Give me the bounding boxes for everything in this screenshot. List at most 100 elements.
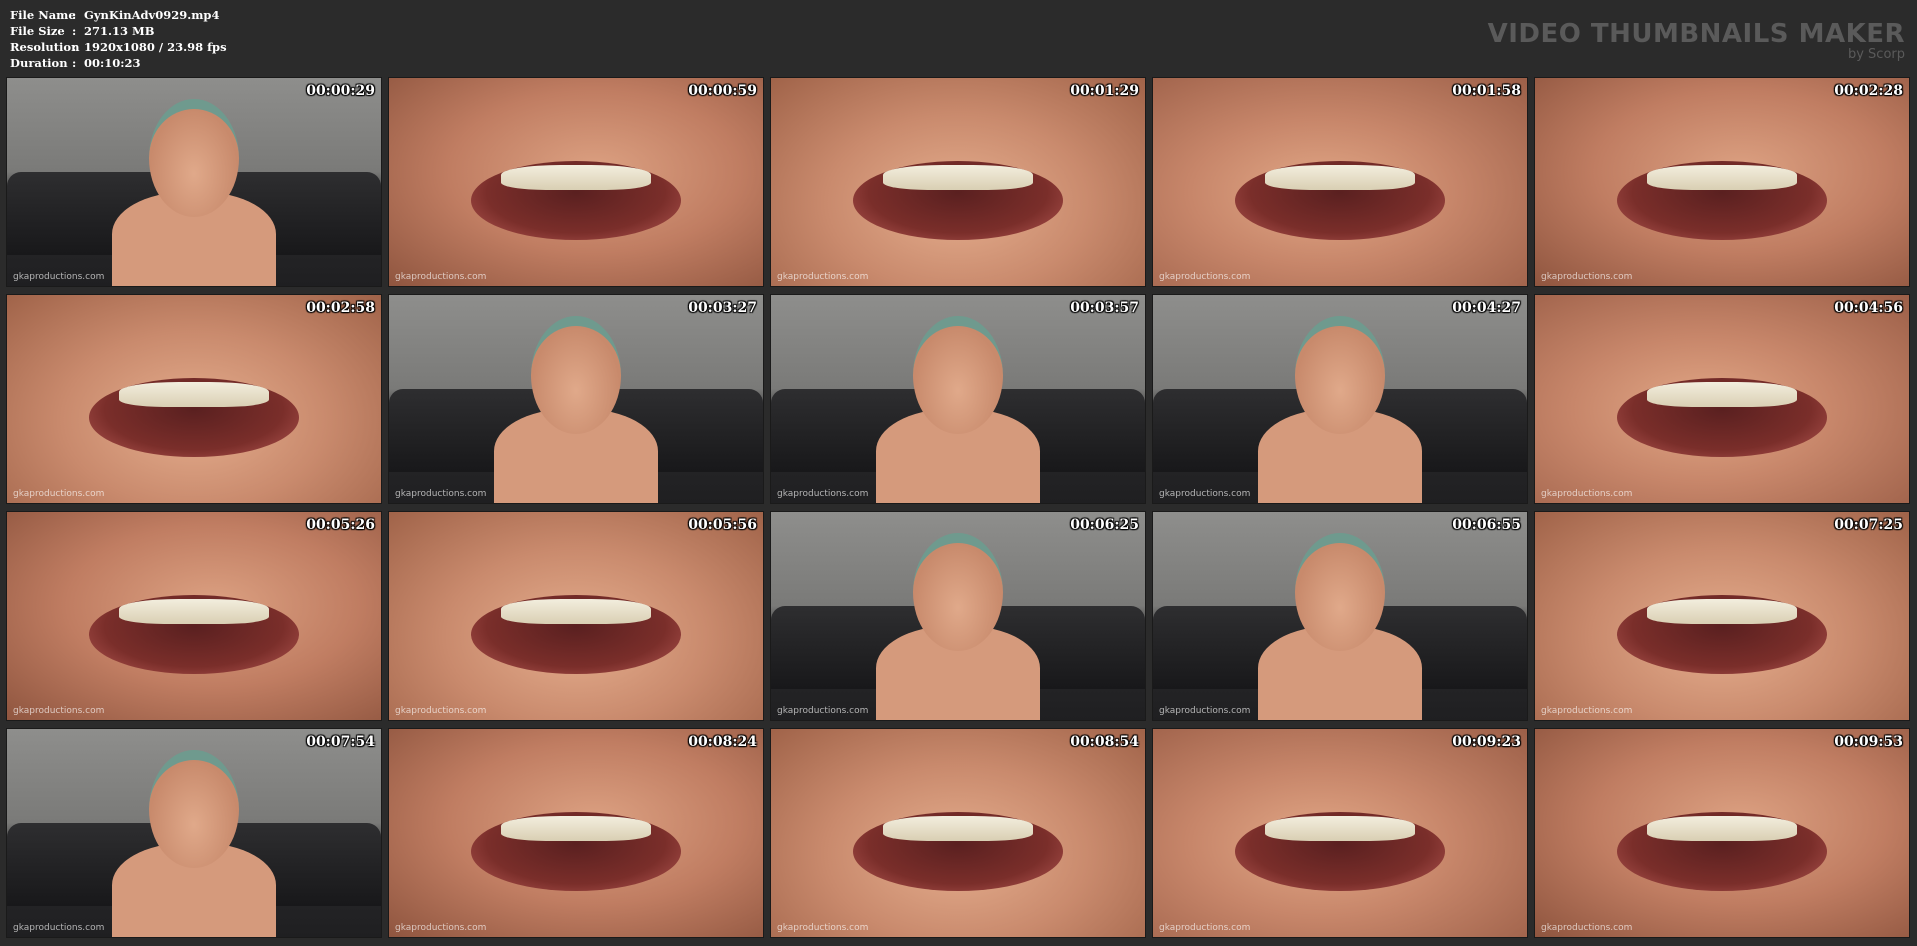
thumbnail-frame — [389, 729, 763, 937]
timestamp-label: 00:05:56 — [688, 517, 757, 533]
teeth-shape — [1265, 165, 1415, 191]
timestamp-label: 00:00:59 — [688, 83, 757, 99]
thumbnail-tile[interactable]: 00:01:58 gkaproductions.com — [1152, 77, 1528, 287]
watermark-label: gkaproductions.com — [395, 706, 487, 716]
watermark-label: gkaproductions.com — [13, 489, 105, 499]
info-header: File Name : GynKinAdv0929.mp4 File Size … — [0, 0, 1917, 76]
thumbnail-tile[interactable]: 00:03:27 gkaproductions.com — [388, 294, 764, 504]
watermark-label: gkaproductions.com — [1541, 272, 1633, 282]
thumbnail-tile[interactable]: 00:07:54 gkaproductions.com — [6, 728, 382, 938]
timestamp-label: 00:02:58 — [306, 300, 375, 316]
watermark-label: gkaproductions.com — [1541, 489, 1633, 499]
thumbnail-tile[interactable]: 00:04:56 gkaproductions.com — [1534, 294, 1910, 504]
thumbnail-frame — [1535, 295, 1909, 503]
thumbnail-tile[interactable]: 00:05:56 gkaproductions.com — [388, 511, 764, 721]
thumbnail-tile[interactable]: 00:05:26 gkaproductions.com — [6, 511, 382, 721]
teeth-shape — [883, 816, 1033, 842]
duration-value: 00:10:23 — [84, 56, 141, 70]
duration-sep: : — [72, 56, 77, 70]
thumbnail-frame — [1153, 512, 1527, 720]
file-name-label: File Name — [10, 8, 76, 22]
thumbnail-tile[interactable]: 00:09:23 gkaproductions.com — [1152, 728, 1528, 938]
thumbnail-grid: 00:00:29 gkaproductions.com 00:00:59 gkapro… — [6, 77, 1912, 941]
teeth-shape — [1265, 816, 1415, 842]
file-name-value: GynKinAdv0929.mp4 — [84, 8, 220, 22]
thumbnail-frame — [7, 295, 381, 503]
head-shape — [149, 98, 239, 217]
head-shape — [913, 532, 1003, 651]
head-shape — [531, 315, 621, 434]
watermark-label: gkaproductions.com — [1159, 923, 1251, 933]
teeth-shape — [1647, 165, 1797, 191]
watermark-label: gkaproductions.com — [1541, 923, 1633, 933]
resolution-row: Resolution : 1920x1080 / 23.98 fps — [10, 39, 227, 55]
resolution-label: Resolution — [10, 40, 80, 54]
timestamp-label: 00:03:57 — [1070, 300, 1139, 316]
watermark-label: gkaproductions.com — [777, 706, 869, 716]
teeth-shape — [883, 165, 1033, 191]
thumbnail-frame — [7, 78, 381, 286]
teeth-shape — [501, 165, 651, 191]
thumbnail-tile[interactable]: 00:06:55 gkaproductions.com — [1152, 511, 1528, 721]
timestamp-label: 00:03:27 — [688, 300, 757, 316]
watermark-label: gkaproductions.com — [395, 272, 487, 282]
teeth-shape — [1647, 599, 1797, 625]
file-name-sep: : — [72, 8, 77, 22]
timestamp-label: 00:05:26 — [306, 517, 375, 533]
resolution-value: 1920x1080 / 23.98 fps — [84, 40, 227, 54]
teeth-shape — [501, 599, 651, 625]
thumbnail-frame — [389, 78, 763, 286]
timestamp-label: 00:01:58 — [1452, 83, 1521, 99]
thumbnail-frame — [7, 512, 381, 720]
timestamp-label: 00:06:55 — [1452, 517, 1521, 533]
teeth-shape — [1647, 382, 1797, 408]
timestamp-label: 00:07:54 — [306, 734, 375, 750]
watermark-label: gkaproductions.com — [1159, 489, 1251, 499]
thumbnail-tile[interactable]: 00:02:58 gkaproductions.com — [6, 294, 382, 504]
watermark-label: gkaproductions.com — [777, 489, 869, 499]
resolution-sep: : — [72, 40, 77, 54]
brand-title: VIDEO THUMBNAILS MAKER — [1487, 19, 1905, 49]
watermark-label: gkaproductions.com — [777, 272, 869, 282]
timestamp-label: 00:07:25 — [1834, 517, 1903, 533]
brand-logo: VIDEO THUMBNAILS MAKER by Scorp — [1488, 20, 1905, 62]
timestamp-label: 00:04:27 — [1452, 300, 1521, 316]
head-shape — [149, 749, 239, 868]
thumbnail-tile[interactable]: 00:06:25 gkaproductions.com — [770, 511, 1146, 721]
thumbnail-tile[interactable]: 00:03:57 gkaproductions.com — [770, 294, 1146, 504]
thumbnail-tile[interactable]: 00:04:27 gkaproductions.com — [1152, 294, 1528, 504]
thumbnail-frame — [1153, 729, 1527, 937]
teeth-shape — [119, 382, 269, 408]
thumbnail-tile[interactable]: 00:08:54 gkaproductions.com — [770, 728, 1146, 938]
thumbnail-frame — [771, 729, 1145, 937]
file-info: File Name : GynKinAdv0929.mp4 File Size … — [10, 7, 227, 71]
file-size-row: File Size : 271.13 MB — [10, 23, 227, 39]
thumbnail-tile[interactable]: 00:00:59 gkaproductions.com — [388, 77, 764, 287]
teeth-shape — [119, 599, 269, 625]
watermark-label: gkaproductions.com — [13, 706, 105, 716]
watermark-label: gkaproductions.com — [13, 923, 105, 933]
timestamp-label: 00:08:54 — [1070, 734, 1139, 750]
thumbnail-tile[interactable]: 00:09:53 gkaproductions.com — [1534, 728, 1910, 938]
watermark-label: gkaproductions.com — [395, 923, 487, 933]
head-shape — [913, 315, 1003, 434]
thumbnail-frame — [771, 295, 1145, 503]
teeth-shape — [1647, 816, 1797, 842]
thumbnail-frame — [771, 78, 1145, 286]
timestamp-label: 00:04:56 — [1834, 300, 1903, 316]
thumbnail-tile[interactable]: 00:02:28 gkaproductions.com — [1534, 77, 1910, 287]
timestamp-label: 00:09:23 — [1452, 734, 1521, 750]
watermark-label: gkaproductions.com — [13, 272, 105, 282]
thumbnail-frame — [1535, 512, 1909, 720]
thumbnail-tile[interactable]: 00:00:29 gkaproductions.com — [6, 77, 382, 287]
thumbnail-tile[interactable]: 00:01:29 gkaproductions.com — [770, 77, 1146, 287]
teeth-shape — [501, 816, 651, 842]
thumbnail-frame — [771, 512, 1145, 720]
thumbnail-tile[interactable]: 00:08:24 gkaproductions.com — [388, 728, 764, 938]
file-size-sep: : — [72, 24, 77, 38]
thumbnail-tile[interactable]: 00:07:25 gkaproductions.com — [1534, 511, 1910, 721]
thumbnail-frame — [389, 295, 763, 503]
thumbnail-frame — [1153, 295, 1527, 503]
timestamp-label: 00:00:29 — [306, 83, 375, 99]
head-shape — [1295, 532, 1385, 651]
